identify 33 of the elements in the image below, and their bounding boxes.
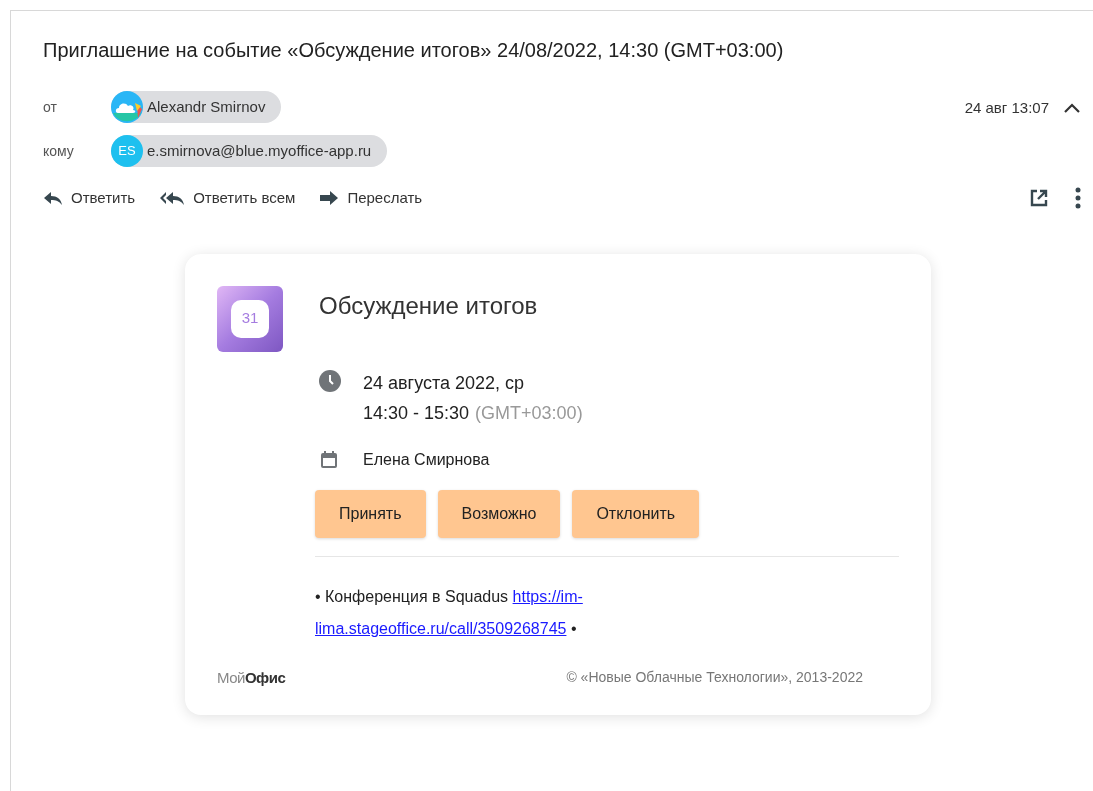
conference-link[interactable]: lima.stageoffice.ru/call/3509268745 — [315, 619, 567, 637]
brand-logo: МойОфис — [217, 667, 286, 688]
rsvp-button[interactable]: Принять — [315, 489, 426, 538]
initials-avatar: ES — [111, 135, 143, 167]
calendar-icon — [319, 449, 339, 470]
cloud-avatar-icon — [111, 91, 143, 123]
event-date: 24 августа 2022, ср — [363, 371, 526, 395]
organizer-name: Елена Смирнова — [363, 449, 490, 470]
reply-button[interactable]: Ответить — [43, 187, 136, 210]
rsvp-button[interactable]: Возможно — [437, 489, 561, 538]
conference-link[interactable]: https://im- — [512, 587, 583, 605]
reply-all-button[interactable]: Ответить всем — [159, 187, 296, 210]
email-subject: Приглашение на событие «Обсуждение итогов» 24/08/2022, 14:30 (GMT+03:00) — [43, 38, 785, 63]
collapse-chevron-icon[interactable] — [1063, 102, 1081, 115]
event-timezone: (GMT+03:00) — [475, 401, 583, 425]
copyright-text: © «Новые Облачные Технологии», 2013-2022 — [566, 668, 863, 688]
more-options-icon[interactable] — [1075, 187, 1081, 210]
clock-icon — [319, 369, 341, 392]
event-description: • Конференция в Squadus https://im- lima.stageoffice.ru/call/3509268745 • — [315, 586, 584, 639]
reply-all-icon — [159, 190, 186, 207]
rsvp-button[interactable]: Отклонить — [572, 489, 700, 538]
calendar-day: 31 — [231, 299, 269, 338]
event-time: 14:30 - 15:30 — [363, 401, 470, 425]
open-external-icon[interactable] — [1029, 188, 1049, 209]
reply-icon — [43, 190, 63, 207]
event-title: Обсуждение итогов — [319, 290, 539, 321]
forward-arrow-icon — [319, 190, 340, 207]
message-date: 24 авг 13:07 — [964, 98, 1049, 118]
forward-button[interactable]: Переслать — [319, 187, 423, 210]
sender-chip[interactable]: Alexandr Smirnov — [111, 91, 282, 123]
to-label: кому — [43, 141, 75, 161]
recipient-chip[interactable]: ES e.smirnova@blue.myoffice-app.ru — [111, 135, 388, 167]
from-label: от — [43, 97, 58, 117]
